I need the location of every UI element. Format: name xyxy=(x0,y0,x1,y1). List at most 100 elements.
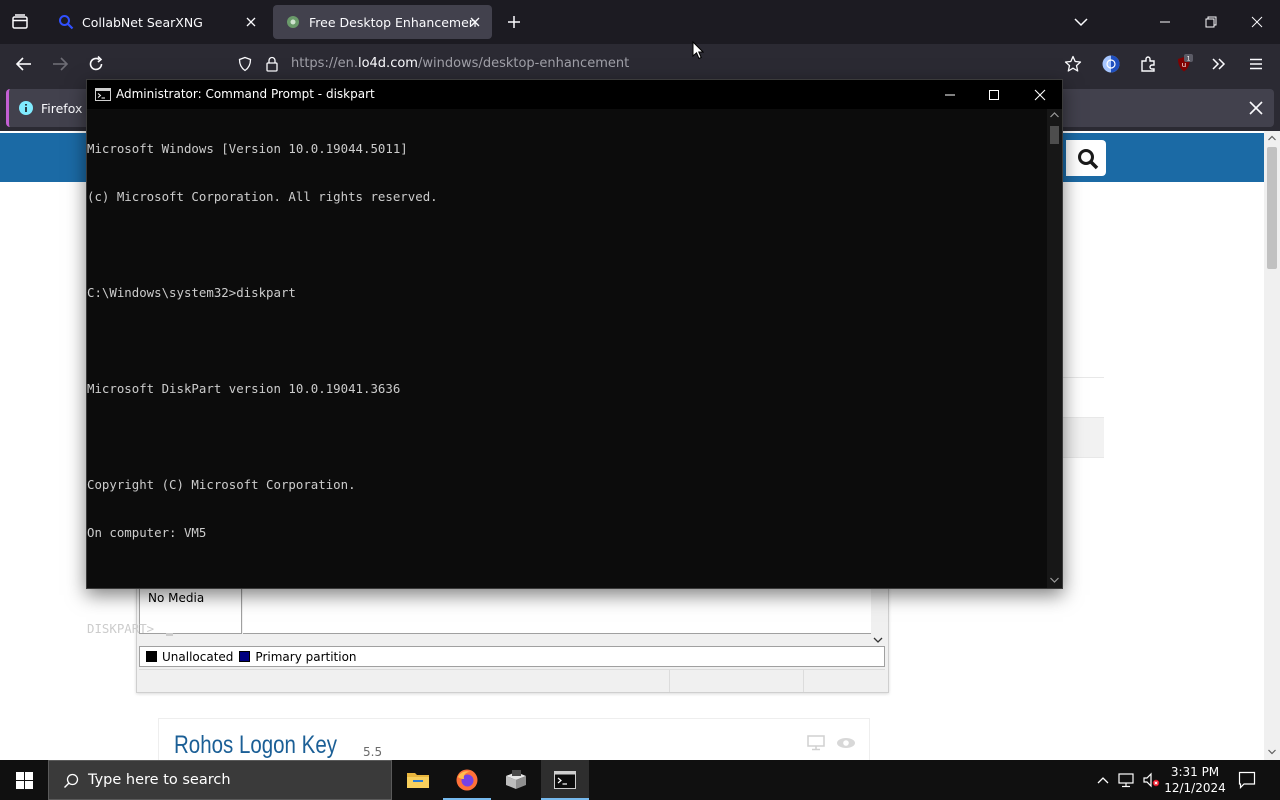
firefox-view-icon[interactable] xyxy=(10,12,30,32)
search-icon xyxy=(64,773,79,788)
firefox-icon xyxy=(456,769,478,791)
mouse-pointer-icon xyxy=(692,41,704,60)
bookmark-star-icon[interactable] xyxy=(1064,55,1082,73)
minimize-button[interactable] xyxy=(1142,0,1188,44)
cmd-scrollbar-thumb[interactable] xyxy=(1050,126,1059,144)
console-line: C:\Windows\system32>diskpart xyxy=(87,285,296,300)
close-window-button[interactable] xyxy=(1234,0,1280,44)
url-text[interactable]: https://en.lo4d.com/windows/desktop-enha… xyxy=(291,56,629,71)
start-button[interactable] xyxy=(0,760,48,800)
cmd-window-title: Administrator: Command Prompt - diskpart xyxy=(116,87,375,101)
article-version: 5.5 xyxy=(363,745,383,759)
console-output[interactable]: Microsoft Windows [Version 10.0.19044.50… xyxy=(87,109,1047,636)
browser-window-controls xyxy=(1142,0,1280,44)
tab-title: Free Desktop Enhancement Sof xyxy=(309,14,477,30)
clock-date: 12/1/2024 xyxy=(1164,781,1226,795)
command-prompt-icon xyxy=(554,771,576,789)
cmd-maximize-button[interactable] xyxy=(971,80,1017,109)
cmd-title-bar[interactable]: Administrator: Command Prompt - diskpart xyxy=(87,80,1062,109)
taskbar-file-explorer[interactable] xyxy=(394,760,442,800)
back-arrow-icon[interactable] xyxy=(14,54,34,74)
browser-tab-strip: CollabNet SearXNG Free Desktop Enhanceme… xyxy=(0,0,1280,44)
scrollbar-thumb[interactable] xyxy=(1267,147,1277,269)
minimize-icon xyxy=(1160,21,1170,23)
close-tab-icon[interactable] xyxy=(244,15,258,29)
restore-button[interactable] xyxy=(1188,0,1234,44)
address-bar[interactable]: https://en.lo4d.com/windows/desktop-enha… xyxy=(229,48,1099,80)
console-line: Microsoft DiskPart version 10.0.19041.36… xyxy=(87,381,401,396)
console-line: On computer: VM5 xyxy=(87,525,207,540)
console-prompt-line[interactable]: DISKPART> xyxy=(87,621,1047,637)
network-tray-button[interactable] xyxy=(1116,760,1138,800)
text-cursor xyxy=(165,633,173,636)
search-icon xyxy=(1078,149,1099,170)
scroll-down-icon[interactable] xyxy=(1268,749,1276,755)
svg-text:1: 1 xyxy=(1187,56,1191,63)
eye-icon xyxy=(837,738,855,748)
console-line: (c) Microsoft Corporation. All rights re… xyxy=(87,189,438,204)
restore-icon xyxy=(1205,16,1217,28)
command-prompt-icon xyxy=(95,88,111,101)
action-center-icon xyxy=(1238,771,1256,789)
extensions-puzzle-icon[interactable] xyxy=(1138,54,1158,74)
vpn-extension-icon[interactable] xyxy=(1101,54,1121,74)
ublock-origin-icon[interactable]: u 1 xyxy=(1174,54,1194,74)
windows-logo-icon xyxy=(15,771,33,789)
cmd-close-button[interactable] xyxy=(1017,80,1063,109)
tab-collabnet-searxng[interactable]: CollabNet SearXNG xyxy=(46,5,268,39)
scroll-up-icon[interactable] xyxy=(1050,112,1059,118)
tab-title: CollabNet SearXNG xyxy=(82,14,203,30)
page-scrollbar[interactable] xyxy=(1264,131,1280,760)
taskbar-firefox[interactable] xyxy=(443,760,491,800)
taskbar-search-box[interactable]: Type here to search xyxy=(48,760,392,800)
network-icon xyxy=(1118,773,1134,788)
notifications-button[interactable] xyxy=(1232,760,1262,800)
desktop: CollabNet SearXNG Free Desktop Enhanceme… xyxy=(0,0,1280,800)
reload-icon[interactable] xyxy=(86,54,106,74)
volume-tray-button[interactable] xyxy=(1140,760,1162,800)
status-divider xyxy=(669,670,670,692)
close-tab-icon[interactable] xyxy=(468,15,482,29)
site-search-button[interactable] xyxy=(1066,140,1106,176)
close-notification-icon[interactable] xyxy=(1248,100,1264,116)
clock-time: 3:31 PM xyxy=(1170,765,1220,779)
svg-text:u: u xyxy=(1182,61,1186,69)
url-prefix: https://en. xyxy=(291,56,358,71)
cmd-minimize-button[interactable] xyxy=(927,80,973,109)
overflow-chevrons-icon[interactable] xyxy=(1209,54,1229,74)
taskbar-search-placeholder: Type here to search xyxy=(88,772,231,788)
disk-status-bar xyxy=(139,669,885,692)
maximize-icon xyxy=(989,89,999,100)
tab-free-desktop-enhancement[interactable]: Free Desktop Enhancement Sof xyxy=(273,5,492,39)
windows-taskbar: Type here to search 3:31 PM 12/1/2024 xyxy=(0,760,1280,800)
url-host: lo4d.com xyxy=(357,56,418,71)
tracking-protection-shield-icon[interactable] xyxy=(237,56,253,72)
taskbar-app-package[interactable] xyxy=(492,760,540,800)
chevron-up-icon xyxy=(1097,777,1109,784)
lo4d-favicon-icon xyxy=(287,16,299,28)
info-icon xyxy=(19,101,33,115)
new-tab-icon[interactable] xyxy=(504,12,524,32)
cmd-scrollbar[interactable] xyxy=(1047,109,1062,588)
scroll-down-icon[interactable] xyxy=(1050,577,1059,583)
forward-arrow-icon[interactable] xyxy=(50,54,70,74)
folder-icon xyxy=(407,773,429,788)
volume-muted-icon xyxy=(1143,772,1160,788)
list-all-tabs-icon[interactable] xyxy=(1072,14,1090,30)
show-hidden-icons-button[interactable] xyxy=(1092,760,1114,800)
status-divider xyxy=(803,670,804,692)
taskbar-clock[interactable]: 3:31 PM 12/1/2024 xyxy=(1162,764,1228,796)
command-prompt-window[interactable]: Administrator: Command Prompt - diskpart… xyxy=(86,79,1063,636)
lock-icon[interactable] xyxy=(265,56,279,72)
scroll-up-icon[interactable] xyxy=(1268,135,1276,141)
article-title-link[interactable]: Rohos Logon Key xyxy=(174,731,337,760)
close-icon xyxy=(1251,16,1263,28)
taskbar-command-prompt[interactable] xyxy=(541,760,589,800)
hamburger-menu-icon[interactable] xyxy=(1246,54,1266,74)
minimize-icon xyxy=(945,94,955,95)
searxng-favicon-icon xyxy=(59,15,74,30)
